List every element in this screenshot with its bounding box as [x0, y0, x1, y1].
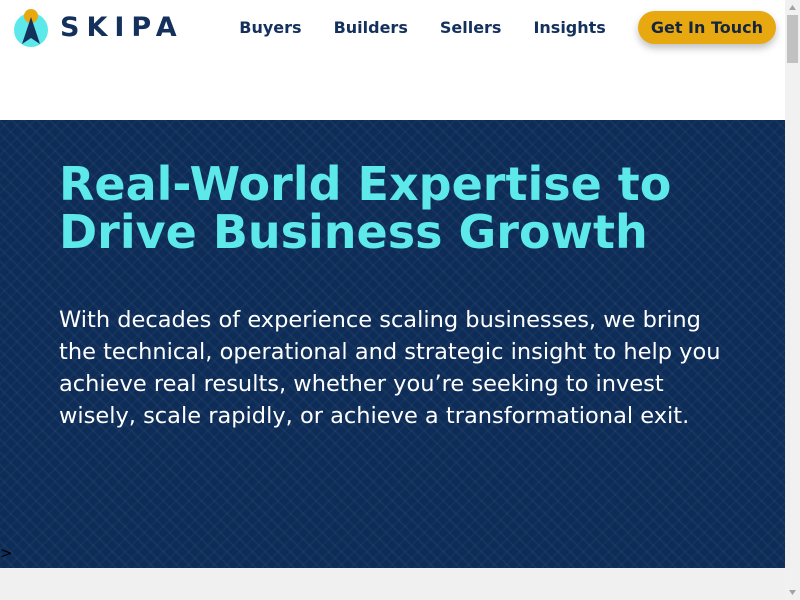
scroll-up-arrow-icon[interactable] [785, 0, 800, 15]
nav-link-insights[interactable]: Insights [533, 11, 605, 44]
stray-arrow-text: > [0, 544, 13, 562]
nav-link-buyers[interactable]: Buyers [239, 11, 301, 44]
page-scrollbar[interactable] [785, 0, 800, 600]
hero-description: With decades of experience scaling busin… [59, 307, 721, 429]
hero-title: Real-World Expertise to Drive Business G… [59, 157, 672, 259]
main-nav: Buyers Builders Sellers Insights Get In … [239, 11, 776, 44]
site-header: SKIPA Buyers Builders Sellers Insights G… [0, 0, 785, 120]
nav-link-sellers[interactable]: Sellers [440, 11, 502, 44]
next-section [0, 568, 785, 600]
scroll-down-arrow-icon[interactable] [785, 585, 800, 600]
skipa-logo-icon [14, 9, 48, 47]
get-in-touch-button[interactable]: Get In Touch [637, 11, 776, 44]
logo-link[interactable]: SKIPA [12, 8, 184, 48]
scrollbar-thumb[interactable] [787, 15, 798, 63]
page: SKIPA Buyers Builders Sellers Insights G… [0, 0, 785, 600]
brand-name: SKIPA [60, 12, 184, 43]
nav-link-builders[interactable]: Builders [334, 11, 408, 44]
hero-section: Real-World Expertise to Drive Business G… [0, 120, 785, 568]
